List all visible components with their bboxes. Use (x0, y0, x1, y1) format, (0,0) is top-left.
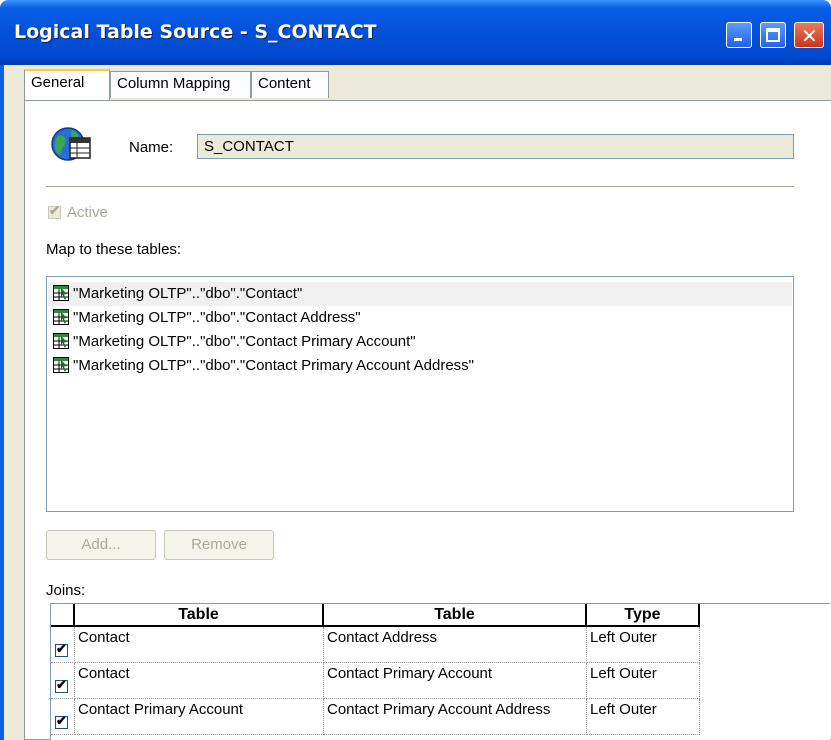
tab-general[interactable]: General (24, 69, 110, 100)
active-checkbox[interactable]: ✔ (48, 203, 61, 219)
table-row: ✔ (51, 663, 75, 699)
logical-table-source-dialog: Logical Table Source - S_CONTACT ✕ Gener… (0, 0, 831, 740)
table-row: ✔ (51, 699, 75, 735)
table-icon (53, 333, 69, 349)
minimize-button[interactable] (726, 22, 752, 48)
close-button[interactable]: ✕ (794, 22, 824, 48)
join-checkbox[interactable]: ✔ (55, 677, 68, 693)
tab-content[interactable]: Content (251, 71, 329, 98)
list-item-label: "Marketing OLTP".."dbo"."Contact Primary… (73, 357, 475, 374)
join-left-table-cell[interactable]: Contact (75, 663, 324, 699)
list-item-label: "Marketing OLTP".."dbo"."Contact" (73, 285, 303, 302)
column-header-label: Table (434, 606, 475, 623)
table-row: ✔ (51, 627, 75, 663)
list-item-label: "Marketing OLTP".."dbo"."Contact Primary… (73, 333, 416, 350)
join-right-table-cell[interactable]: Contact Address (324, 627, 587, 663)
list-item-label: "Marketing OLTP".."dbo"."Contact Address… (73, 309, 361, 326)
list-item[interactable]: "Marketing OLTP".."dbo"."Contact Address… (53, 306, 361, 330)
column-header-left-table[interactable]: Table (75, 604, 324, 627)
minimize-icon (734, 38, 742, 41)
maximize-button[interactable] (760, 22, 786, 48)
list-item[interactable]: "Marketing OLTP".."dbo"."Contact Primary… (53, 330, 416, 354)
tab-label: Column Mapping (117, 75, 231, 92)
maximize-icon (766, 28, 780, 42)
join-right-table-cell[interactable]: Contact Primary Account (324, 663, 587, 699)
checkmark-icon: ✔ (56, 641, 67, 656)
join-type-cell[interactable]: Left Outer (587, 699, 700, 735)
checkmark-icon: ✔ (56, 713, 67, 728)
column-header-type[interactable]: Type (587, 604, 700, 627)
join-checkbox[interactable]: ✔ (55, 713, 68, 729)
column-header-label: Table (178, 606, 219, 623)
list-item[interactable]: "Marketing OLTP".."dbo"."Contact" (48, 282, 792, 306)
column-header-label: Type (624, 606, 661, 623)
remove-button[interactable]: Remove (164, 530, 274, 560)
join-type-cell[interactable]: Left Outer (587, 627, 700, 663)
add-button-label: Add... (81, 536, 121, 553)
map-tables-label: Map to these tables: (46, 241, 182, 258)
globe-table-icon (51, 127, 91, 161)
join-right-table-cell[interactable]: Contact Primary Account Address (324, 699, 587, 735)
add-button[interactable]: Add... (46, 530, 156, 560)
table-icon (53, 357, 69, 373)
column-header-right-table[interactable]: Table (324, 604, 587, 627)
join-left-table-cell[interactable]: Contact Primary Account (75, 699, 324, 735)
window-title: Logical Table Source - S_CONTACT (14, 21, 377, 43)
join-checkbox[interactable]: ✔ (55, 641, 68, 657)
checkmark-icon: ✔ (49, 203, 60, 218)
joins-grid[interactable]: Table Table Type ✔ Contact Contact Addre… (50, 603, 830, 740)
title-bar[interactable]: Logical Table Source - S_CONTACT ✕ (0, 0, 831, 65)
tab-label: General (31, 74, 85, 91)
join-left-table-cell[interactable]: Contact (75, 627, 324, 663)
remove-button-label: Remove (191, 536, 247, 553)
name-field[interactable]: S_CONTACT (197, 134, 794, 159)
name-label: Name: (129, 139, 174, 156)
joins-label: Joins: (46, 582, 86, 599)
tab-label: Content (258, 75, 311, 92)
divider (46, 186, 794, 188)
grid-corner-header (51, 604, 75, 627)
name-value: S_CONTACT (204, 138, 294, 155)
join-type-cell[interactable]: Left Outer (587, 663, 700, 699)
table-icon (53, 285, 69, 301)
list-item[interactable]: "Marketing OLTP".."dbo"."Contact Primary… (53, 354, 474, 378)
mapped-tables-list[interactable]: "Marketing OLTP".."dbo"."Contact" "Marke… (46, 276, 794, 512)
table-icon (53, 309, 69, 325)
active-label: Active (67, 204, 108, 221)
close-icon: ✕ (801, 24, 818, 48)
tab-column-mapping[interactable]: Column Mapping (110, 71, 251, 98)
checkmark-icon: ✔ (56, 677, 67, 692)
